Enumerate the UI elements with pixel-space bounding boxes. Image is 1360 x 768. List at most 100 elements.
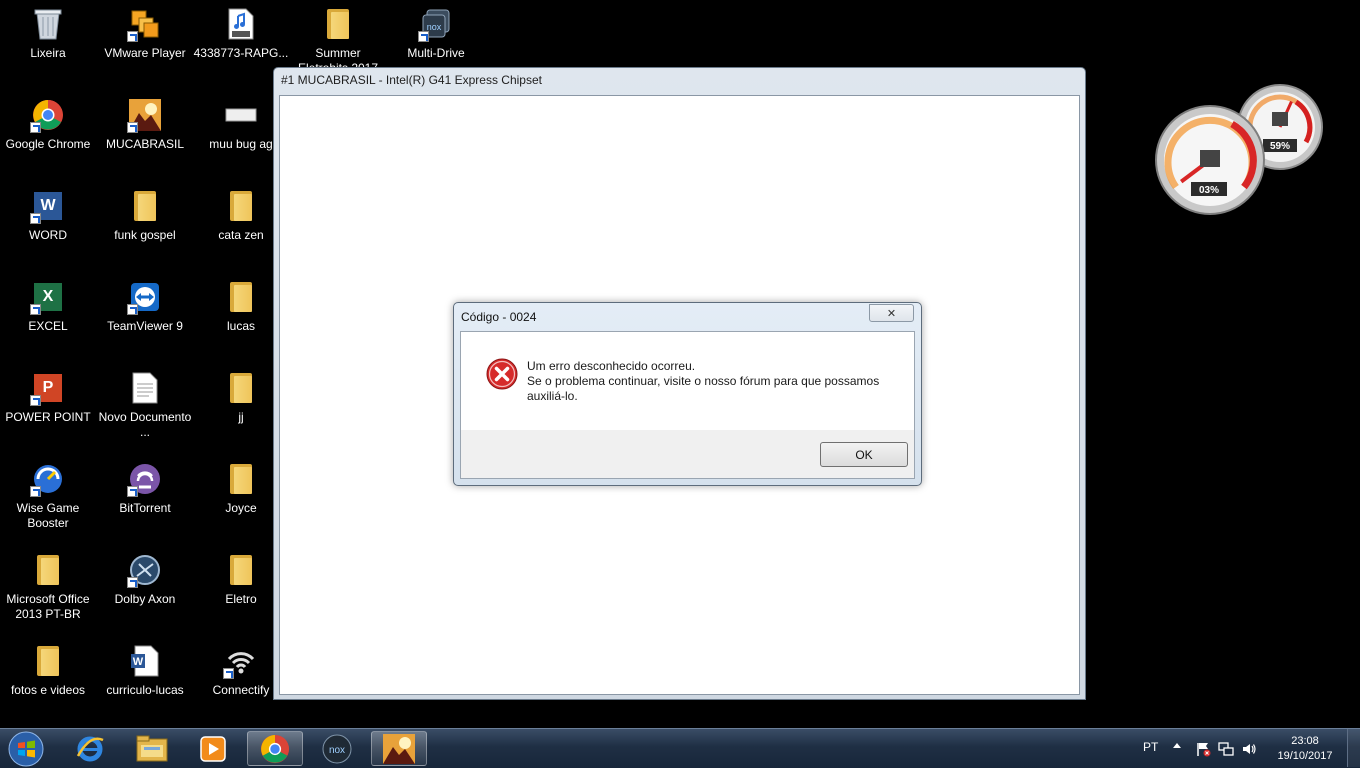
desktop-icon-microsoft-office[interactable]: Microsoft Office 2013 PT-BR X64... [0,546,96,634]
language-indicator[interactable]: PT [1143,740,1158,754]
taskbar-nox[interactable]: nox [309,731,365,766]
desktop-icon-bittorrent[interactable]: BitTorrent [97,455,193,543]
clock-date: 19/10/2017 [1277,750,1333,762]
bittorrent-icon [127,461,163,497]
shortcut-arrow-icon [30,304,41,315]
desktop-icon-funk-gospel[interactable]: funk gospel [97,182,193,270]
desktop-icon-dolby-axon[interactable]: Dolby Axon [97,546,193,634]
word-document-icon: W [127,643,163,679]
folder-icon [127,188,163,224]
desktop-icon-label: Novo Documento ... [98,410,192,439]
internet-explorer-icon [76,736,104,761]
chrome-icon [260,734,290,763]
show-hidden-icons-arrow-icon[interactable] [1173,743,1181,748]
desktop-icon-label: VMware Player [104,46,186,60]
desktop-icon-label: funk gospel [114,228,176,242]
mp3-file-icon [223,6,259,42]
desktop-icon-label: Wise Game Booster [16,501,80,530]
nox-icon: nox [322,734,352,763]
desktop-icon-curriculo-lucas[interactable]: W curriculo-lucas [97,637,193,725]
recycle-bin-icon [30,6,66,42]
text-document-icon [127,370,163,406]
dolby-axon-icon [127,552,163,588]
desktop-icon-label: POWER POINT [5,410,91,424]
folder-icon [223,279,259,315]
desktop-icon-label: Lixeira [30,46,66,60]
teamviewer-icon [127,279,163,315]
desktop-icon-fotos-e-videos[interactable]: fotos e videos [0,637,96,725]
shortcut-arrow-icon [30,395,41,406]
desktop-icon-google-chrome[interactable]: Google Chrome [0,91,96,179]
dialog-close-button[interactable]: ✕ [869,304,914,322]
desktop-icon-label: fotos e videos [10,683,86,697]
folder-icon [30,552,66,588]
desktop-icon-teamviewer[interactable]: TeamViewer 9 [97,273,193,361]
desktop-icon-label: Dolby Axon [114,592,176,606]
start-button[interactable] [6,730,46,768]
desktop-icon-label: Multi-Drive [407,46,465,60]
shortcut-arrow-icon [30,213,41,224]
action-center-flag-icon[interactable] [1195,741,1211,757]
desktop-icon-vmware-player[interactable]: VMware Player [97,0,193,88]
connectify-icon [223,643,259,679]
powerpoint-icon: P [30,370,66,406]
desktop-icon-lixeira[interactable]: Lixeira [0,0,96,88]
excel-icon: X [30,279,66,315]
taskbar-media-player[interactable] [185,731,241,766]
desktop-icon-excel[interactable]: X EXCEL [0,273,96,361]
desktop-icon-label: Microsoft Office 2013 PT-BR X64... [6,592,90,621]
folder-icon [30,643,66,679]
error-icon [486,358,518,390]
ok-button[interactable]: OK [820,442,908,467]
folder-icon [320,6,356,42]
folder-icon [223,370,259,406]
window-title: #1 MUCABRASIL - Intel(R) G41 Express Chi… [281,73,542,87]
desktop-icon-label: TeamViewer 9 [107,319,183,333]
desktop-icon-power-point[interactable]: P POWER POINT [0,364,96,452]
folder-explorer-icon [136,735,168,761]
desktop-icon-label: MUCABRASIL [105,137,185,151]
shortcut-arrow-icon [223,668,234,679]
taskbar-windows-explorer[interactable] [124,731,180,766]
shortcut-arrow-icon [418,31,429,42]
bug-image-icon [223,97,259,133]
network-icon[interactable] [1218,741,1234,757]
dialog-message-line-2: Se o problema continuar, visite o nosso … [527,374,880,403]
desktop-icon-mucabrasil[interactable]: MUCABRASIL [97,91,193,179]
folder-icon [223,461,259,497]
svg-text:W: W [133,656,144,668]
desktop-icon-label: WORD [29,228,67,242]
error-dialog[interactable]: Código - 0024 ✕ Um erro desconhecido oco… [453,302,922,486]
desktop-icon-label: BitTorrent [119,501,171,515]
desktop-icon-wise-game-booster[interactable]: Wise Game Booster [0,455,96,543]
windows-logo-icon [8,731,44,767]
shortcut-arrow-icon [30,486,41,497]
desktop-icon-word[interactable]: W WORD [0,182,96,270]
vmware-icon [127,6,163,42]
shortcut-arrow-icon [127,486,138,497]
volume-icon[interactable] [1241,741,1257,757]
word-icon: W [30,188,66,224]
close-icon: ✕ [886,307,897,320]
cpu-meter-gadget[interactable]: 59% 03% [1150,82,1330,222]
cpu-usage-value: 03% [1199,185,1219,196]
shortcut-arrow-icon [127,577,138,588]
dialog-body: Um erro desconhecido ocorreu. Se o probl… [460,331,915,479]
dialog-message-line-1: Um erro desconhecido ocorreu. [527,359,696,373]
system-clock[interactable]: 23:08 19/10/2017 [1272,734,1338,764]
dialog-footer: OK [461,430,914,478]
chrome-icon [30,97,66,133]
shortcut-arrow-icon [127,122,138,133]
taskbar-mucabrasil[interactable] [371,731,427,766]
show-desktop-button[interactable] [1347,729,1360,767]
desktop-icon-label: 4338773-RAPG... [193,46,289,60]
desktop-icon-label: curriculo-lucas [106,683,184,697]
folder-icon [223,188,259,224]
taskbar-internet-explorer[interactable] [62,731,118,766]
memory-usage-value: 59% [1270,141,1290,152]
desktop-icon-novo-documento[interactable]: Novo Documento ... [97,364,193,452]
shortcut-arrow-icon [30,122,41,133]
svg-text:nox: nox [329,745,345,756]
mucabrasil-icon [383,733,415,764]
taskbar-google-chrome[interactable] [247,731,303,766]
